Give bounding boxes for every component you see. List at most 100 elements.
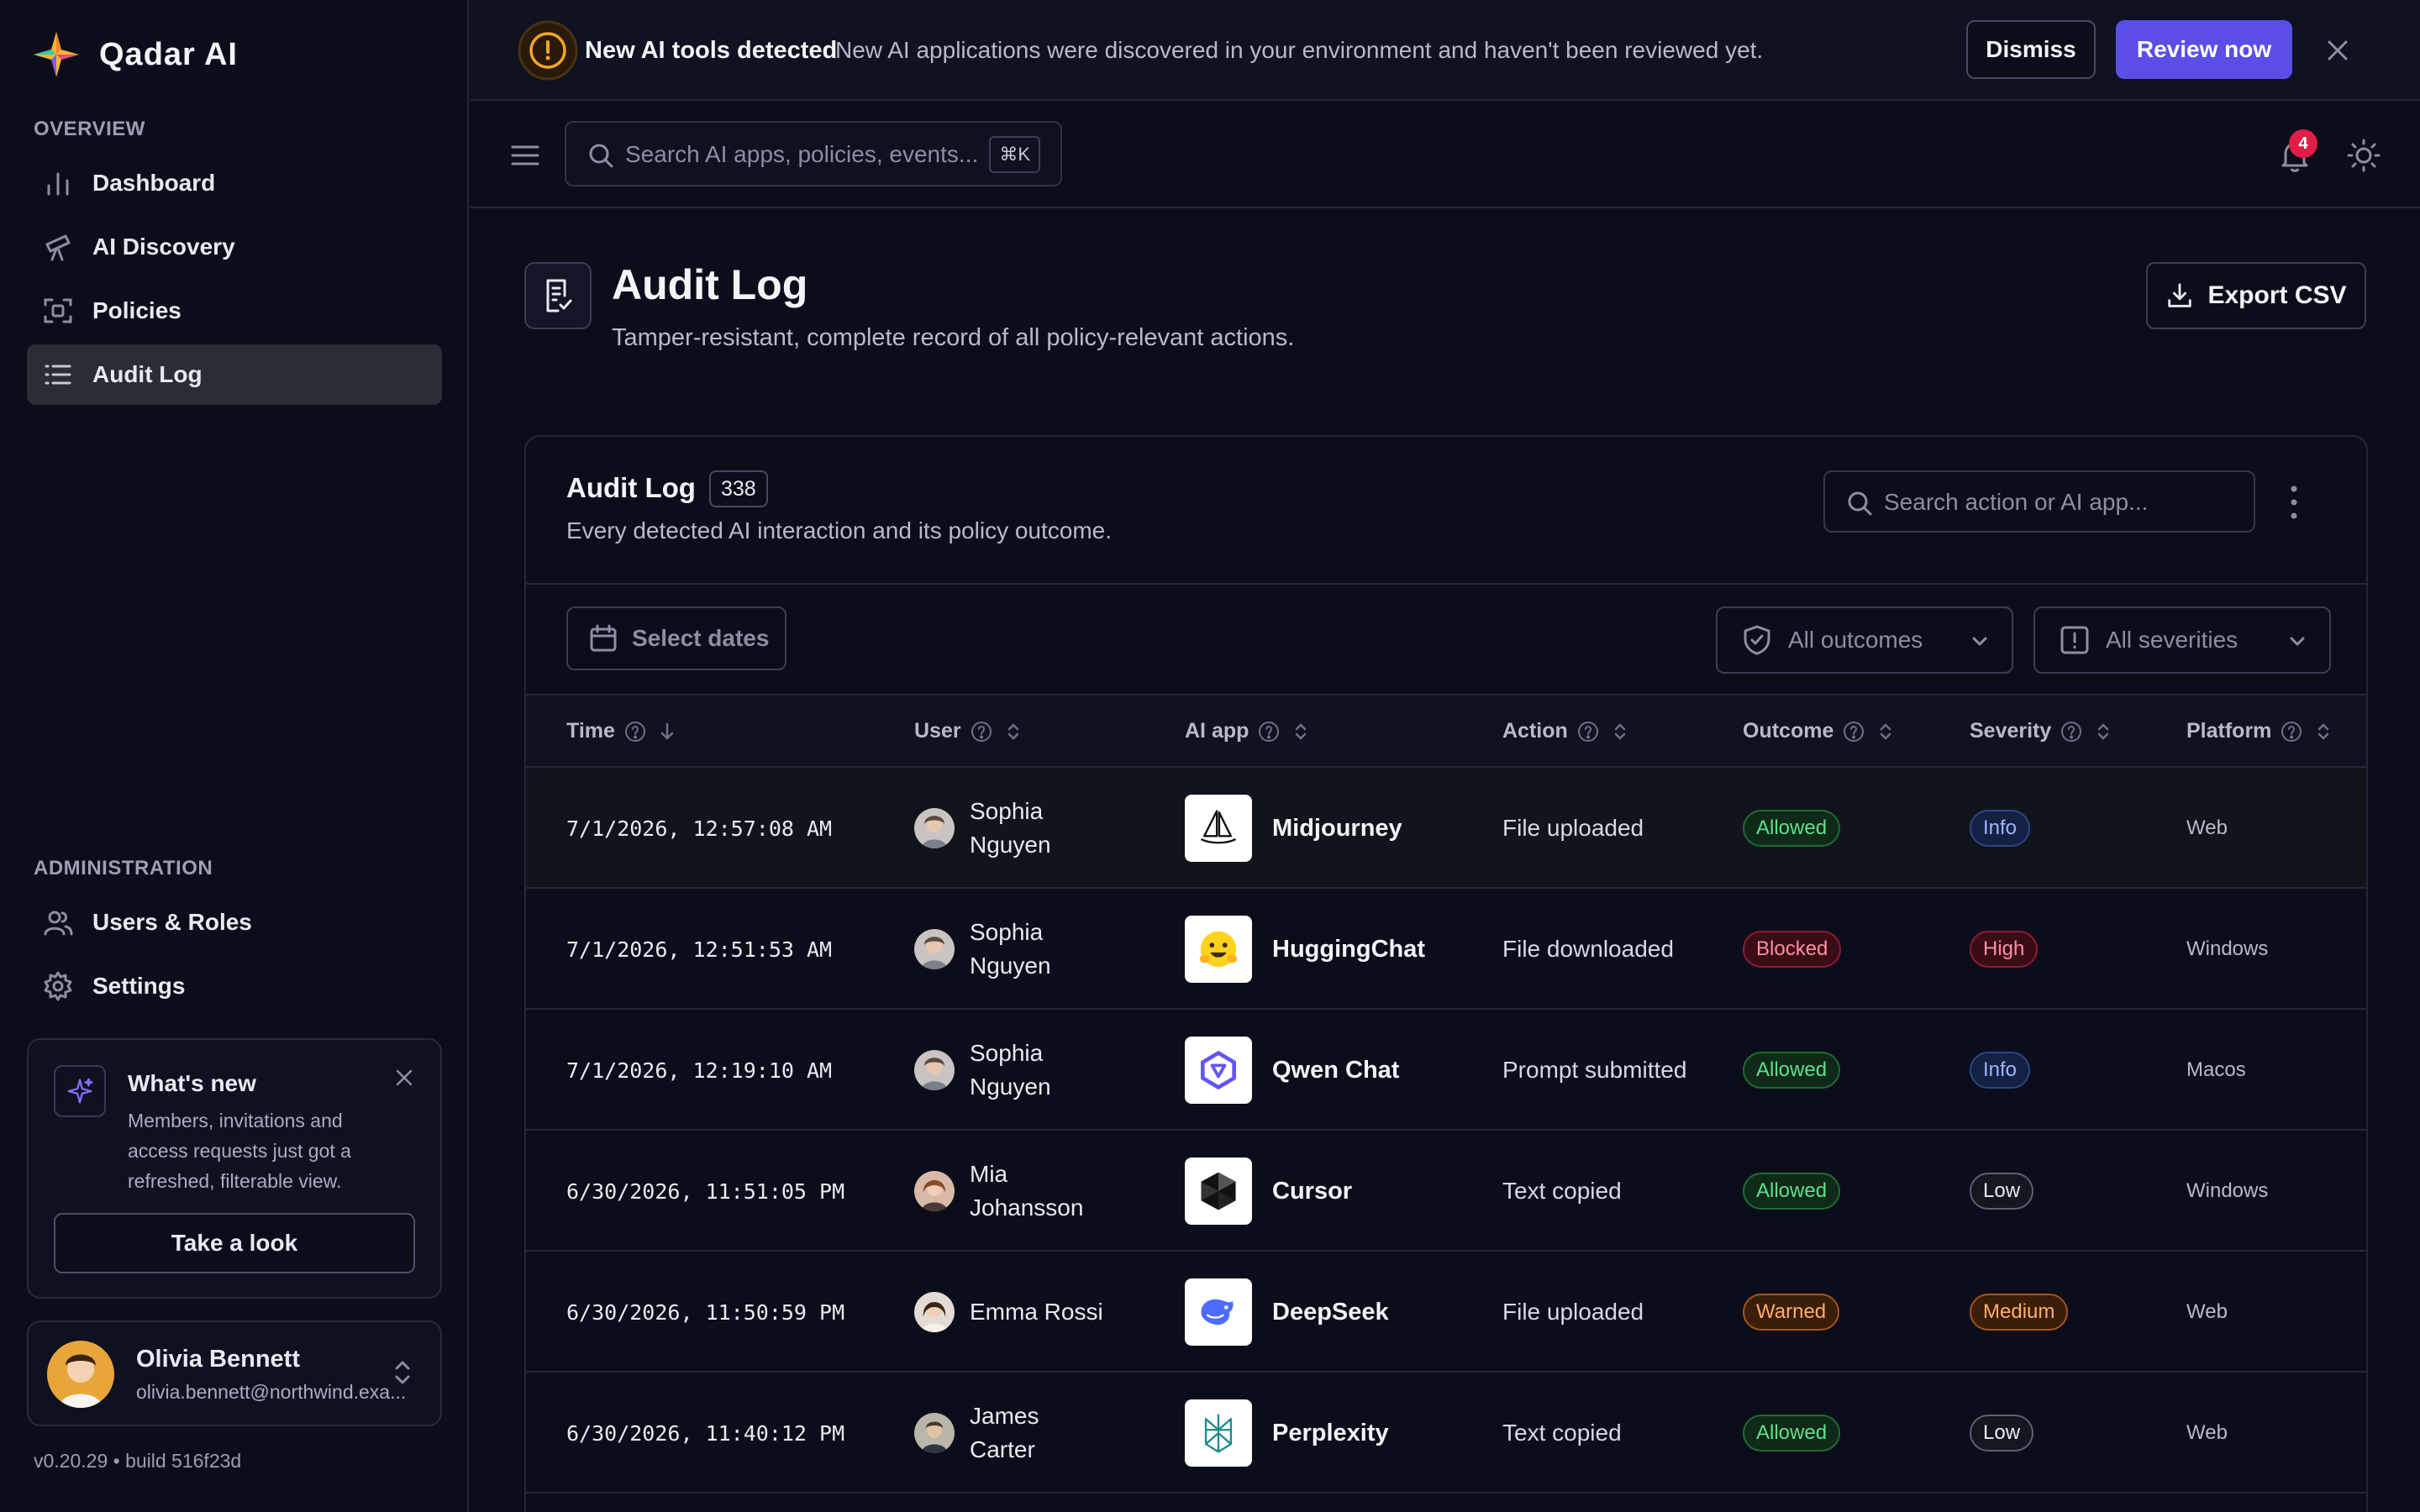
column-header-user[interactable]: User: [914, 719, 1025, 743]
user-name: James Carter: [970, 1403, 1039, 1462]
sort-icon[interactable]: [2312, 720, 2335, 743]
help-icon[interactable]: [970, 720, 993, 743]
global-search[interactable]: ⌘K: [565, 121, 1062, 186]
table-row[interactable]: 6/30/2026, 11:40:12 PM James Carter Perp…: [526, 1373, 2366, 1494]
table-header: Time User AI app Action Outcome Severity: [526, 694, 2366, 768]
help-icon[interactable]: [2060, 720, 2083, 743]
column-header-action[interactable]: Action: [1502, 719, 1632, 743]
column-header-platform[interactable]: Platform: [2186, 719, 2335, 743]
sidebar-item-label: Settings: [92, 973, 186, 999]
table-row[interactable]: 7/1/2026, 12:57:08 AM Sophia Nguyen Midj…: [526, 768, 2366, 889]
column-header-severity[interactable]: Severity: [1970, 719, 2115, 743]
app-name: Perplexity: [1272, 1419, 1389, 1446]
version-label: v0.20.29 • build 516f23d: [34, 1450, 242, 1472]
sidebar-item-settings[interactable]: Settings: [27, 956, 442, 1016]
severity-cell: High: [1970, 889, 2039, 1010]
sort-icon[interactable]: [2091, 720, 2115, 743]
outcome-filter-select[interactable]: All outcomes: [1716, 606, 2013, 674]
menu-toggle-icon[interactable]: [509, 139, 541, 171]
sort-icon[interactable]: [1002, 720, 1025, 743]
chevron-down-icon: [2290, 637, 2305, 646]
severity-badge: Low: [1970, 1173, 2034, 1210]
platform-cell: Web: [2186, 816, 2228, 839]
users-icon: [44, 911, 73, 936]
shield-check-icon: [1744, 625, 1770, 655]
time-cell: 7/1/2026, 12:51:53 AM: [566, 937, 833, 962]
sidebar-item-audit-log[interactable]: Audit Log: [27, 344, 442, 405]
close-icon[interactable]: [392, 1065, 417, 1090]
audit-search[interactable]: [1823, 470, 2255, 533]
column-header-outcome[interactable]: Outcome: [1743, 719, 1897, 743]
user-cell: Mia Johansson: [914, 1131, 1087, 1252]
take-a-look-button[interactable]: Take a look: [54, 1213, 415, 1273]
avatar: [914, 929, 955, 969]
sidebar-item-users-roles[interactable]: Users & Roles: [27, 892, 442, 953]
table-row[interactable]: 6/30/2026, 11:50:59 PM Emma Rossi DeepSe…: [526, 1252, 2366, 1373]
outcome-cell: Allowed: [1743, 768, 1841, 889]
chevron-down-icon: [1972, 637, 1987, 646]
sort-descending-icon[interactable]: [655, 720, 679, 743]
administration-section-label: ADMINISTRATION: [34, 857, 213, 879]
more-options-icon[interactable]: [2287, 484, 2301, 521]
user-name: Emma Rossi: [970, 1299, 1103, 1325]
severity-filter-select[interactable]: All severities: [2033, 606, 2331, 674]
select-dates-button[interactable]: Select dates: [566, 606, 786, 670]
page-title: Audit Log: [612, 261, 808, 308]
audit-search-input[interactable]: [1884, 484, 2237, 521]
help-icon[interactable]: [1257, 720, 1281, 743]
huggingface-logo-icon: [1185, 916, 1252, 983]
sidebar-item-policies[interactable]: Policies: [27, 281, 442, 341]
alert-square-icon: [2060, 626, 2089, 654]
list-icon: [45, 365, 71, 385]
app-cell: Midjourney: [1185, 768, 1402, 889]
help-icon[interactable]: [623, 720, 647, 743]
sort-icon[interactable]: [1289, 720, 1313, 743]
severity-badge: Info: [1970, 1052, 2031, 1089]
help-icon[interactable]: [1842, 720, 1865, 743]
banner-title: New AI tools detected: [585, 37, 838, 64]
app-cell: Qwen Chat: [1185, 1010, 1399, 1131]
action-cell: File uploaded: [1502, 1299, 1644, 1325]
banner-text: New AI applications were discovered in y…: [835, 37, 1764, 63]
brand-logo[interactable]: Qadar AI: [32, 30, 238, 79]
table-row[interactable]: 7/1/2026, 12:51:53 AM Sophia Nguyen Hugg…: [526, 889, 2366, 1010]
page-subtitle: Tamper-resistant, complete record of all…: [612, 324, 1295, 351]
table-row[interactable]: 6/30/2026, 11:51:05 PM Mia Johansson Cur…: [526, 1131, 2366, 1252]
sidebar-item-label: AI Discovery: [92, 234, 235, 260]
sort-icon[interactable]: [1608, 720, 1632, 743]
telescope-icon: [45, 234, 71, 261]
column-header-ai-app[interactable]: AI app: [1185, 719, 1313, 743]
keyboard-shortcut: ⌘K: [989, 136, 1040, 173]
close-icon[interactable]: [2323, 35, 2353, 66]
severity-cell: Info: [1970, 768, 2031, 889]
sidebar-item-label: Dashboard: [92, 170, 216, 196]
warning-circle-icon: [518, 20, 578, 81]
user-cell: Sophia Nguyen: [914, 889, 1087, 1010]
time-cell: 6/30/2026, 11:51:05 PM: [566, 1179, 845, 1204]
theme-toggle-sun-icon[interactable]: [2346, 138, 2381, 173]
table-row[interactable]: 7/1/2026, 12:19:10 AM Sophia Nguyen Qwen…: [526, 1010, 2366, 1131]
sort-icon[interactable]: [1874, 720, 1897, 743]
platform-cell: Web: [2186, 1421, 2228, 1444]
sidebar-item-ai-discovery[interactable]: AI Discovery: [27, 217, 442, 277]
export-csv-button[interactable]: Export CSV: [2146, 262, 2366, 329]
review-now-button[interactable]: Review now: [2116, 20, 2292, 79]
outcome-badge: Allowed: [1743, 1173, 1841, 1210]
outcome-badge: Warned: [1743, 1294, 1840, 1331]
platform-cell: Macos: [2186, 1058, 2246, 1081]
action-cell: File downloaded: [1502, 936, 1674, 962]
midjourney-logo-icon: [1185, 795, 1252, 862]
user-account-switcher[interactable]: Olivia Bennett olivia.bennett@northwind.…: [27, 1320, 442, 1426]
help-icon[interactable]: [1576, 720, 1600, 743]
user-cell: Sophia Nguyen: [914, 768, 1087, 889]
column-header-time[interactable]: Time: [566, 719, 679, 743]
qwen-logo-icon: [1185, 1037, 1252, 1104]
avatar: [914, 808, 955, 848]
help-icon[interactable]: [2280, 720, 2303, 743]
search-input[interactable]: [625, 136, 978, 173]
app-cell: Perplexity: [1185, 1373, 1389, 1494]
dismiss-button[interactable]: Dismiss: [1966, 20, 2096, 79]
topbar: ⌘K 4: [471, 102, 2420, 208]
sidebar-item-dashboard[interactable]: Dashboard: [27, 153, 442, 213]
export-csv-label: Export CSV: [2207, 281, 2347, 309]
